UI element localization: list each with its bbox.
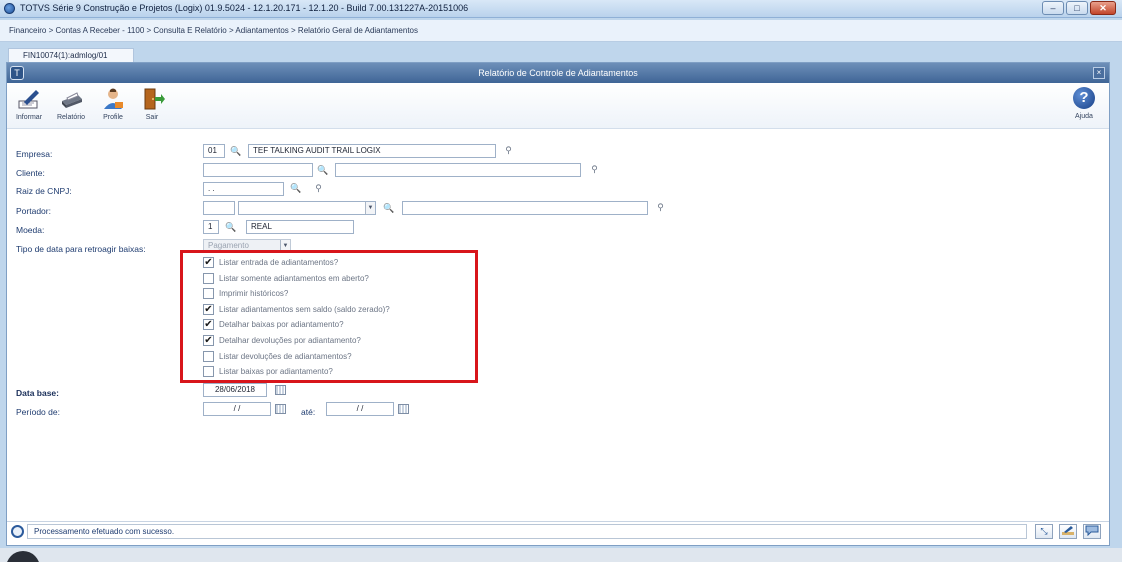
minimize-button[interactable]: ‒	[1042, 1, 1064, 15]
breadcrumb[interactable]: Financeiro > Contas A Receber - 1100 > C…	[9, 26, 418, 35]
tab-fin10074[interactable]: FIN10074(1):admlog/01	[8, 48, 134, 62]
empresa-filter-icon[interactable]: ⚲	[503, 145, 514, 156]
ajuda-button[interactable]: ? Ajuda	[1069, 87, 1099, 120]
data-base-calendar-icon[interactable]	[275, 385, 286, 395]
chat-button[interactable]	[1083, 524, 1101, 539]
periodo-de-calendar-icon[interactable]	[275, 404, 286, 414]
portador-type-select[interactable]	[238, 201, 376, 215]
printer-icon	[58, 87, 84, 111]
taskbar	[0, 548, 1122, 562]
empresa-zoom-icon[interactable]: 🔍	[230, 146, 241, 157]
exit-door-icon	[139, 87, 165, 111]
empresa-label: Empresa:	[16, 149, 53, 159]
empresa-name-field: TEF TALKING AUDIT TRAIL LOGIX	[248, 144, 496, 158]
relatorio-button[interactable]: Relatório	[53, 87, 89, 121]
chevron-down-icon[interactable]: ▼	[365, 202, 375, 214]
chat-icon	[1085, 525, 1099, 537]
data-base-input[interactable]: 28/06/2018	[203, 383, 267, 397]
cliente-filter-icon[interactable]: ⚲	[589, 164, 600, 175]
moeda-label: Moeda:	[16, 225, 45, 235]
portador-code-input[interactable]	[203, 201, 235, 215]
periodo-ate-calendar-icon[interactable]	[398, 404, 409, 414]
relatorio-label: Relatório	[56, 114, 85, 121]
close-button[interactable]: ✕	[1090, 1, 1116, 15]
sair-button[interactable]: Sair	[134, 87, 170, 121]
portador-label: Portador:	[16, 206, 51, 216]
window-close-button[interactable]: ×	[1093, 67, 1105, 79]
empresa-code-input[interactable]: 01	[203, 144, 225, 158]
toolbar: Informar Relatório Profile Sair ? Ajuda	[7, 83, 1109, 129]
moeda-name-field: REAL	[246, 220, 354, 234]
portador-name-field	[402, 201, 648, 215]
informar-label: Informar	[15, 114, 43, 121]
moeda-code-input[interactable]: 1	[203, 220, 219, 234]
start-orb-icon[interactable]	[6, 551, 40, 562]
raiz-zoom-icon[interactable]: 🔍	[290, 183, 301, 194]
data-base-label: Data base:	[16, 388, 59, 398]
raiz-cnpj-input[interactable]: . .	[203, 182, 284, 196]
breadcrumb-bar: Financeiro > Contas A Receber - 1100 > C…	[0, 20, 1122, 42]
tipo-data-label: Tipo de data para retroagir baixas:	[16, 244, 146, 254]
periodo-de-input[interactable]: / /	[203, 402, 271, 416]
pencil-paper-icon	[16, 87, 42, 111]
help-icon: ?	[1073, 87, 1095, 109]
highlight-box	[180, 250, 478, 383]
periodo-ate-input[interactable]: / /	[326, 402, 394, 416]
report-window: T Relatório de Controle de Adiantamentos…	[6, 62, 1110, 546]
ajuda-label: Ajuda	[1075, 113, 1093, 120]
periodo-label: Período de:	[16, 407, 60, 417]
title-bar: TOTVS Série 9 Construção e Projetos (Log…	[0, 0, 1122, 18]
pencil-icon	[1062, 526, 1074, 535]
cliente-name-field	[335, 163, 581, 177]
app-title: TOTVS Série 9 Construção e Projetos (Log…	[20, 3, 469, 13]
profile-button[interactable]: Profile	[95, 87, 131, 121]
profile-label: Profile	[103, 114, 123, 121]
resize-button[interactable]: ⤡	[1035, 524, 1053, 539]
moeda-zoom-icon[interactable]: 🔍	[225, 222, 236, 233]
portador-zoom-icon[interactable]: 🔍	[383, 203, 394, 214]
informar-button[interactable]: Informar	[11, 87, 47, 121]
ate-label: até:	[301, 407, 316, 417]
raiz-cnpj-label: Raiz de CNPJ:	[16, 186, 72, 196]
maximize-button[interactable]: □	[1066, 1, 1088, 15]
cliente-code-input[interactable]	[203, 163, 313, 177]
status-bar: Processamento efetuado com sucesso. ⤡	[7, 521, 1109, 541]
raiz-filter-icon[interactable]: ⚲	[313, 183, 324, 194]
app-icon	[4, 3, 15, 14]
portador-filter-icon[interactable]: ⚲	[655, 202, 666, 213]
cliente-zoom-icon[interactable]: 🔍	[317, 165, 328, 176]
user-profile-icon	[100, 87, 126, 111]
status-message: Processamento efetuado com sucesso.	[27, 524, 1027, 539]
edit-button[interactable]	[1059, 524, 1077, 539]
cliente-label: Cliente:	[16, 168, 45, 178]
window-controls: ‒ □ ✕	[1042, 1, 1116, 15]
window-title: Relatório de Controle de Adiantamentos	[478, 68, 638, 78]
sair-label: Sair	[145, 114, 159, 121]
window-header: T Relatório de Controle de Adiantamentos…	[7, 63, 1109, 83]
status-icon	[11, 525, 24, 538]
